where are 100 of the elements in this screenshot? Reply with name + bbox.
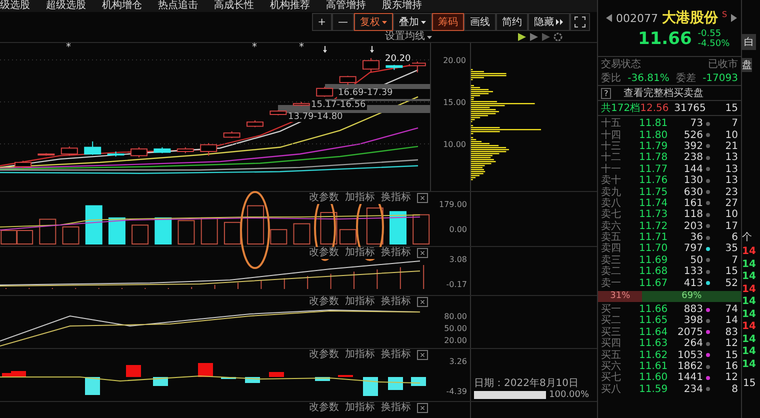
axis-label: 3.26 — [449, 357, 467, 366]
caret-icon — [382, 20, 387, 24]
side-tab[interactable]: 盘 — [742, 58, 752, 72]
indicator-button[interactable]: 换指标 — [381, 296, 411, 308]
close-button[interactable]: × — [417, 248, 428, 258]
ma-settings-link[interactable]: 设置均线 — [385, 32, 432, 42]
indicator-button[interactable]: 加指标 — [345, 402, 375, 414]
toolbar-button[interactable]: + — [312, 13, 332, 31]
toolbar-button[interactable]: 简约 — [496, 13, 528, 31]
order-volume: 1441 — [676, 372, 703, 384]
volume-bar — [0, 230, 18, 244]
side-tab[interactable]: 个 — [742, 230, 752, 244]
indicator-button[interactable]: 加指标 — [345, 349, 375, 361]
order-price: 11.59 — [639, 384, 669, 395]
close-button[interactable]: × — [417, 403, 428, 413]
order-level-label: 十三 — [601, 140, 622, 152]
order-level-label: 十一 — [601, 164, 622, 175]
candlestick — [246, 120, 264, 128]
indicator-button[interactable]: 改参数 — [309, 349, 339, 361]
axis-label: -4.39 — [446, 387, 467, 396]
side-button[interactable]: 白 — [742, 34, 756, 50]
price-change: -0.55 — [698, 29, 722, 39]
ratio-value: -36.81% — [628, 72, 670, 84]
volume-bar — [108, 217, 126, 244]
toolbar-button[interactable]: 叠加 — [393, 13, 432, 31]
order-volume: 2075 — [676, 326, 703, 338]
order-volume: 234 — [682, 384, 703, 395]
order-price: 11.71 — [639, 232, 669, 244]
order-volume: 264 — [682, 338, 703, 350]
toolbar-button[interactable]: 隐藏 — [528, 13, 570, 31]
price-range-label: 20.20 — [384, 55, 412, 64]
order-count: 10 — [724, 130, 738, 141]
order-count: 35 — [724, 243, 738, 254]
last-price: 11.66 — [638, 29, 692, 49]
indicator-button[interactable]: 换指标 — [381, 192, 411, 204]
indicator-button[interactable]: 加指标 — [345, 247, 375, 259]
event-marker: * — [299, 43, 304, 53]
close-button[interactable]: × — [417, 350, 428, 360]
toolbar-button[interactable]: — — [332, 13, 354, 31]
volume-bar — [39, 218, 56, 244]
order-volume: 130 — [682, 175, 703, 186]
order-price: 11.68 — [639, 266, 669, 278]
menu-item[interactable]: 机构增仓 — [102, 0, 142, 12]
order-count: 6 — [730, 232, 738, 244]
order-level-label: 卖十 — [601, 175, 622, 186]
candlestick — [60, 146, 78, 156]
candlestick — [339, 75, 356, 86]
next-icon[interactable] — [731, 14, 738, 22]
indicator-button[interactable]: 改参数 — [309, 402, 339, 414]
menu-item[interactable]: 热点追击 — [158, 0, 198, 12]
order-count: 52 — [724, 278, 738, 289]
order-level-label: 十五 — [601, 118, 622, 130]
order-price: 11.73 — [639, 209, 669, 220]
order-price: 11.81 — [639, 118, 669, 130]
full-order-book-link[interactable]: 查看完整档买卖盘 — [623, 86, 704, 100]
order-level-label: 十二 — [601, 152, 622, 164]
difference-label: 委差 — [676, 72, 696, 85]
indicator-bar — [363, 377, 378, 396]
settings-icon[interactable] — [553, 32, 563, 42]
previous-icon[interactable] — [606, 14, 612, 22]
menu-item[interactable]: 超级选股 — [46, 0, 86, 12]
toolbar-button[interactable]: 筹码 — [432, 13, 464, 31]
indicator-button[interactable]: 改参数 — [309, 192, 339, 204]
order-volume: 50 — [689, 254, 703, 266]
close-button[interactable]: × — [417, 297, 428, 307]
axis-label: 80.00 — [444, 312, 467, 321]
menu-item[interactable]: 级选股 — [0, 0, 30, 12]
close-button[interactable]: × — [417, 193, 428, 203]
order-level-label: 买八 — [601, 384, 622, 395]
order-price: 11.76 — [639, 175, 669, 186]
side-value: 14 — [742, 258, 756, 271]
volume-bar — [366, 208, 384, 244]
indicator-button[interactable]: 换指标 — [381, 402, 411, 414]
volume-bar — [132, 224, 149, 244]
order-price: 11.69 — [639, 254, 669, 266]
toolbar-button[interactable]: 复权 — [354, 13, 393, 31]
order-volume: 144 — [682, 164, 703, 175]
candlestick — [14, 160, 32, 169]
indicator-button[interactable]: 改参数 — [309, 296, 339, 308]
order-level-label: 卖四 — [601, 243, 622, 254]
side-value: 14 — [742, 296, 756, 308]
menu-item[interactable]: 机构推荐 — [270, 0, 310, 12]
down-arrow-icon — [323, 46, 327, 53]
order-level-label: 十四 — [601, 130, 622, 141]
indicator-button[interactable]: 加指标 — [345, 296, 375, 308]
axis-label: 50.00 — [444, 324, 467, 333]
double-chevron-icon — [556, 19, 564, 25]
volume-bar — [339, 229, 356, 244]
indicator-button[interactable]: 换指标 — [381, 349, 411, 361]
indicator-button[interactable]: 换指标 — [381, 247, 411, 259]
fullscreen-button[interactable] — [570, 13, 590, 31]
order-count: 12 — [724, 372, 738, 384]
indicator-button[interactable]: 改参数 — [309, 247, 339, 259]
order-level-label: 买一 — [601, 304, 622, 316]
help-button[interactable]: ? — [601, 88, 612, 98]
order-count: 8 — [730, 384, 738, 395]
status-label: 交易状态 — [601, 58, 641, 71]
toolbar-button[interactable]: 画线 — [464, 13, 496, 31]
order-price: 11.78 — [639, 152, 669, 164]
indicator-button[interactable]: 加指标 — [345, 192, 375, 204]
